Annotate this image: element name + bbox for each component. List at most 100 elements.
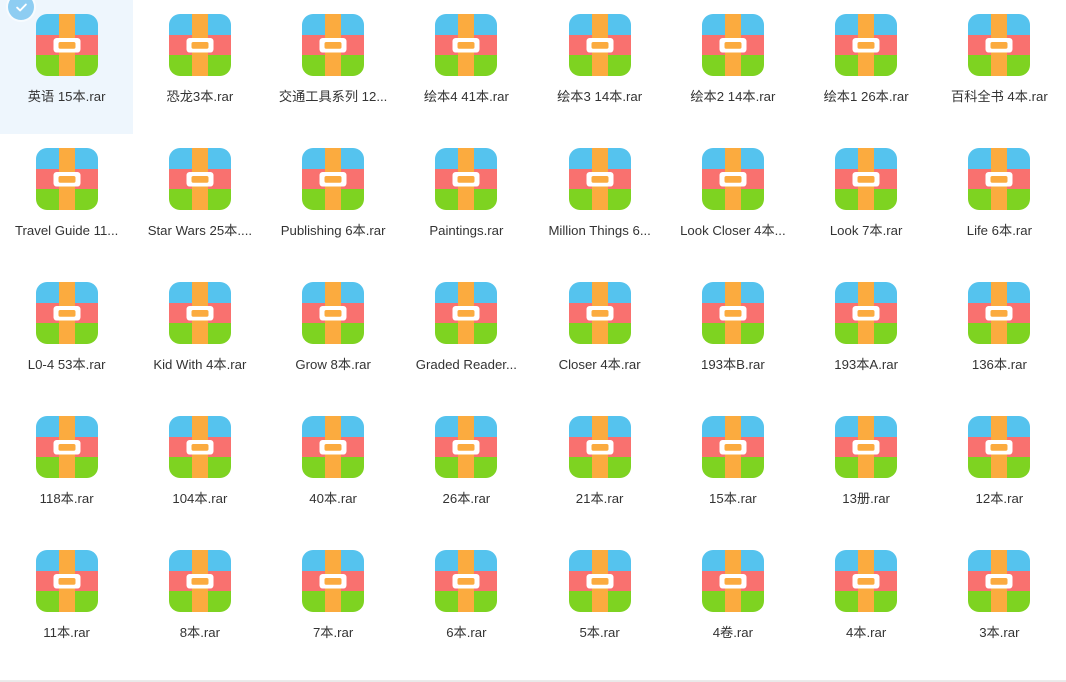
file-icon[interactable] — [701, 416, 764, 478]
file-icon[interactable] — [435, 148, 498, 210]
file-icon[interactable] — [968, 14, 1031, 76]
file-tile[interactable]: 21本.rar — [533, 402, 666, 536]
file-tile[interactable]: 4卷.rar — [666, 536, 799, 670]
file-tile[interactable]: Closer 4本.rar — [533, 268, 666, 402]
file-name-label: Look 7本.rar — [829, 223, 903, 238]
bottom-divider — [0, 680, 1066, 681]
file-tile[interactable]: Grow 8本.rar — [267, 268, 400, 402]
file-tile[interactable]: 12本.rar — [933, 402, 1066, 536]
file-icon[interactable] — [968, 282, 1031, 344]
file-icon[interactable] — [568, 550, 631, 612]
file-icon[interactable] — [968, 550, 1031, 612]
file-tile[interactable]: 6本.rar — [400, 536, 533, 670]
file-icon[interactable] — [302, 14, 365, 76]
file-icon[interactable] — [168, 282, 231, 344]
selection-check-badge[interactable] — [8, 0, 34, 20]
file-icon[interactable] — [168, 550, 231, 612]
file-tile[interactable]: Look Closer 4本... — [666, 134, 799, 268]
file-tile[interactable]: Million Things 6... — [533, 134, 666, 268]
rar-archive-icon — [168, 282, 231, 344]
file-tile[interactable]: 11本.rar — [0, 536, 133, 670]
rar-archive-icon — [435, 282, 498, 344]
file-tile[interactable]: 193本B.rar — [666, 268, 799, 402]
file-tile[interactable]: 4本.rar — [800, 536, 933, 670]
file-icon[interactable] — [435, 282, 498, 344]
file-icon[interactable] — [701, 550, 764, 612]
file-icon[interactable] — [35, 148, 98, 210]
file-tile[interactable]: 3本.rar — [933, 536, 1066, 670]
file-tile[interactable]: 英语 15本.rar — [0, 0, 134, 134]
file-tile[interactable]: Star Wars 25本.... — [133, 134, 266, 268]
rar-archive-icon — [835, 550, 898, 612]
file-icon[interactable] — [701, 148, 764, 210]
check-icon — [15, 3, 27, 11]
file-name-label: 11本.rar — [43, 625, 90, 640]
file-icon[interactable] — [35, 282, 98, 344]
file-icon[interactable] — [35, 416, 98, 478]
file-tile[interactable]: Look 7本.rar — [800, 134, 933, 268]
file-tile[interactable]: 104本.rar — [133, 402, 266, 536]
file-tile[interactable]: L0-4 53本.rar — [0, 268, 133, 402]
file-tile[interactable]: 绘本1 26本.rar — [800, 0, 933, 134]
file-tile[interactable]: 7本.rar — [267, 536, 400, 670]
file-tile[interactable]: Paintings.rar — [400, 134, 533, 268]
file-tile[interactable]: 193本A.rar — [800, 268, 933, 402]
rar-archive-icon — [968, 550, 1031, 612]
file-name-label: 恐龙3本.rar — [166, 89, 234, 104]
file-icon[interactable] — [568, 148, 631, 210]
file-icon[interactable] — [568, 14, 631, 76]
file-tile[interactable]: 8本.rar — [133, 536, 266, 670]
file-tile[interactable]: 绘本3 14本.rar — [533, 0, 666, 134]
file-icon[interactable] — [35, 550, 98, 612]
file-icon[interactable] — [35, 14, 98, 76]
file-tile[interactable]: 13册.rar — [800, 402, 933, 536]
file-icon[interactable] — [568, 416, 631, 478]
file-icon[interactable] — [168, 14, 231, 76]
file-icon[interactable] — [835, 550, 898, 612]
file-name-label: 绘本3 14本.rar — [557, 89, 643, 104]
file-tile[interactable]: 绘本4 41本.rar — [400, 0, 533, 134]
file-name-label: 绘本1 26本.rar — [823, 89, 909, 104]
file-icon[interactable] — [568, 282, 631, 344]
file-icon[interactable] — [168, 416, 231, 478]
file-name-label: 英语 15本.rar — [27, 89, 106, 104]
file-icon[interactable] — [701, 14, 764, 76]
file-tile[interactable]: 136本.rar — [933, 268, 1066, 402]
rar-archive-icon — [701, 550, 764, 612]
file-tile[interactable]: 5本.rar — [533, 536, 666, 670]
file-icon[interactable] — [168, 148, 231, 210]
file-name-label: 136本.rar — [971, 357, 1027, 372]
file-tile[interactable]: 绘本2 14本.rar — [666, 0, 799, 134]
file-tile[interactable]: Kid With 4本.rar — [133, 268, 266, 402]
file-icon[interactable] — [835, 282, 898, 344]
file-tile[interactable]: 40本.rar — [267, 402, 400, 536]
file-icon[interactable] — [835, 148, 898, 210]
file-tile[interactable]: 恐龙3本.rar — [133, 0, 266, 134]
file-icon[interactable] — [701, 282, 764, 344]
file-tile[interactable]: Life 6本.rar — [933, 134, 1066, 268]
file-tile[interactable]: 百科全书 4本.rar — [933, 0, 1066, 134]
file-name-label: 193本A.rar — [834, 357, 899, 372]
file-tile[interactable]: 26本.rar — [400, 402, 533, 536]
file-icon[interactable] — [435, 416, 498, 478]
rar-archive-icon — [35, 14, 98, 76]
file-name-label: 4卷.rar — [712, 625, 754, 640]
file-tile[interactable]: Publishing 6本.rar — [267, 134, 400, 268]
rar-archive-icon — [701, 416, 764, 478]
file-icon[interactable] — [435, 550, 498, 612]
file-tile[interactable]: 118本.rar — [0, 402, 133, 536]
file-icon[interactable] — [302, 148, 365, 210]
file-icon[interactable] — [968, 416, 1031, 478]
file-tile[interactable]: 15本.rar — [666, 402, 799, 536]
file-icon[interactable] — [302, 416, 365, 478]
file-icon[interactable] — [968, 148, 1031, 210]
file-icon[interactable] — [835, 14, 898, 76]
file-tile[interactable]: Graded Reader... — [400, 268, 533, 402]
file-tile[interactable]: Travel Guide 11... — [0, 134, 133, 268]
file-icon[interactable] — [435, 14, 498, 76]
file-icon[interactable] — [835, 416, 898, 478]
file-name-label: Graded Reader... — [415, 357, 517, 372]
file-icon[interactable] — [302, 550, 365, 612]
file-icon[interactable] — [302, 282, 365, 344]
file-tile[interactable]: 交通工具系列 12... — [267, 0, 400, 134]
